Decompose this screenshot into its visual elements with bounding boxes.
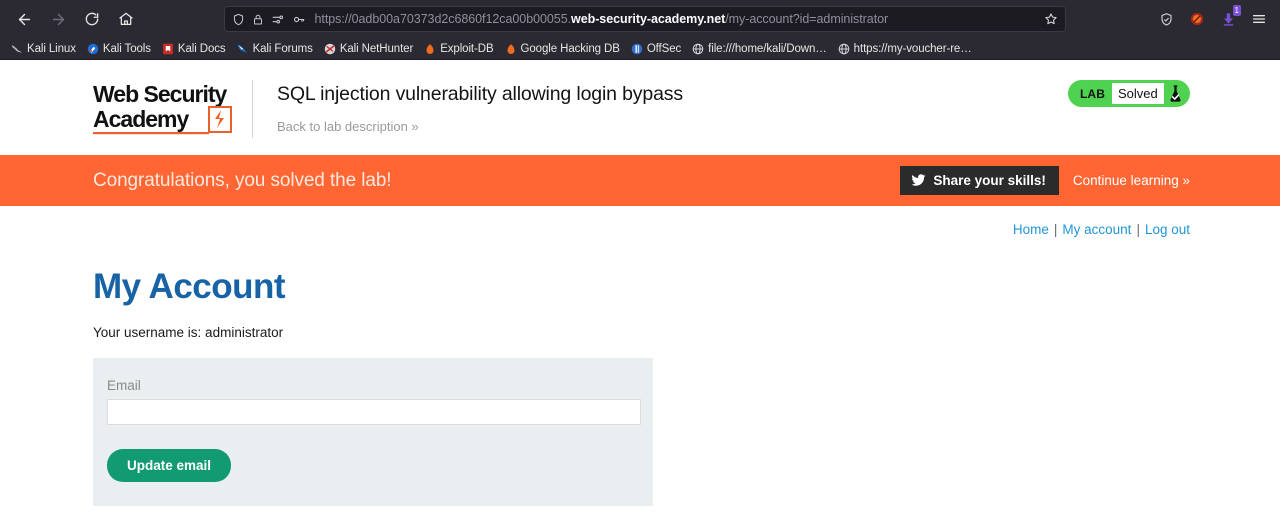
kali-nethunter-icon: [324, 43, 336, 54]
url-scheme: https://: [314, 12, 352, 26]
congratulations-message: Congratulations, you solved the lab!: [93, 169, 392, 191]
key-icon[interactable]: [292, 13, 306, 26]
nav-link-home[interactable]: Home: [1013, 222, 1049, 237]
continue-learning-link[interactable]: Continue learning »: [1073, 173, 1190, 188]
bookmark-star-icon[interactable]: [1044, 12, 1058, 26]
logo-artwork: Web Security Academy: [93, 81, 232, 135]
bookmark-google-hacking-db[interactable]: Google Hacking DB: [500, 41, 625, 57]
google-hacking-db-icon: [507, 43, 515, 54]
my-account-heading: My Account: [93, 267, 286, 306]
update-email-form: Email Update email: [93, 358, 653, 506]
back-link-label: Back to lab description: [277, 119, 408, 134]
nav-link-my-account[interactable]: My account: [1062, 222, 1131, 237]
lab-header: Web Security Academy SQL injection vulne…: [0, 60, 1280, 155]
account-navigation: Home | My account | Log out: [93, 206, 1190, 237]
url-text[interactable]: https://0adb00a70373d2c6860f12ca00b00055…: [313, 12, 1037, 26]
twitter-bird-icon: [911, 174, 926, 186]
browser-chrome: https://0adb00a70373d2c6860f12ca00b00055…: [0, 0, 1280, 60]
home-icon[interactable]: [110, 4, 142, 34]
padlock-icon[interactable]: [252, 13, 264, 26]
reload-icon[interactable]: [76, 4, 108, 34]
bookmark-label: Kali Forums: [252, 42, 313, 55]
browser-extensions-toolbar: 1: [1147, 5, 1272, 32]
bookmark-label: OffSec: [646, 42, 682, 55]
ublock-origin-icon[interactable]: [1184, 6, 1210, 32]
tracker-settings-icon[interactable]: [271, 13, 285, 26]
lab-status-tag: LAB: [1080, 86, 1105, 101]
bookmark-label: Google Hacking DB: [520, 42, 620, 55]
email-label: Email: [107, 378, 141, 393]
bookmark-exploit-db[interactable]: Exploit-DB: [419, 41, 498, 57]
kali-docs-icon: [163, 43, 173, 54]
back-to-lab-description-link[interactable]: Back to lab description »: [277, 119, 419, 134]
urlbar-container: https://0adb00a70373d2c6860f12ca00b00055…: [144, 6, 1145, 32]
lab-status-widget[interactable]: LAB Solved: [1068, 80, 1190, 107]
update-email-button[interactable]: Update email: [107, 449, 232, 482]
download-badge: 1: [1232, 5, 1241, 16]
share-button-label: Share your skills!: [933, 173, 1046, 188]
back-link-chevron: »: [411, 119, 418, 134]
bookmark-kali-docs[interactable]: Kali Docs: [157, 41, 231, 57]
continue-link-chevron: »: [1182, 173, 1190, 188]
offsec-icon: [631, 43, 643, 54]
bookmark-offsec[interactable]: OffSec: [626, 41, 686, 57]
shield-icon[interactable]: [232, 13, 245, 26]
lab-solved-banner: Congratulations, you solved the lab! Sha…: [0, 155, 1280, 206]
kali-forums-icon: [237, 44, 248, 53]
bookmark-local-downloads[interactable]: file:///home/kali/Down…: [687, 41, 832, 57]
bookmark-label: Exploit-DB: [440, 42, 494, 55]
lab-title-block: SQL injection vulnerability allowing log…: [253, 80, 683, 136]
app-menu-icon[interactable]: [1246, 6, 1272, 32]
svg-text:Academy: Academy: [93, 106, 189, 132]
web-security-academy-logo[interactable]: Web Security Academy: [93, 80, 253, 138]
bookmark-my-voucher[interactable]: https://my-voucher-re…: [833, 41, 977, 57]
bookmark-label: Kali NetHunter: [339, 42, 414, 55]
bookmark-kali-tools[interactable]: Kali Tools: [82, 41, 156, 57]
address-bar[interactable]: https://0adb00a70373d2c6860f12ca00b00055…: [223, 6, 1066, 32]
bookmarks-toolbar: Kali Linux Kali Tools Kali Docs Kali For…: [0, 38, 1280, 59]
browser-navigation-toolbar: https://0adb00a70373d2c6860f12ca00b00055…: [0, 0, 1280, 38]
url-host: web-security-academy.net: [571, 12, 726, 26]
privacy-shield-icon[interactable]: [1153, 6, 1179, 32]
bookmark-label: Kali Linux: [27, 42, 76, 55]
globe-icon: [692, 43, 704, 54]
bookmark-label: Kali Tools: [102, 42, 151, 55]
flask-check-icon: [1164, 83, 1187, 104]
kali-dragon-icon: [11, 44, 23, 53]
continue-link-label: Continue learning: [1072, 173, 1179, 188]
bookmark-kali-linux[interactable]: Kali Linux: [6, 41, 81, 57]
bookmark-label: file:///home/kali/Down…: [708, 42, 827, 55]
downloads-icon[interactable]: 1: [1215, 5, 1241, 32]
url-path: /my-account?id=administrator: [725, 12, 889, 26]
lab-status-value: Solved: [1111, 83, 1164, 104]
email-input[interactable]: [107, 399, 641, 425]
back-arrow-icon[interactable]: [8, 4, 40, 34]
exploit-db-icon: [426, 43, 434, 54]
page-title: SQL injection vulnerability allowing log…: [277, 83, 683, 105]
nav-separator: |: [1136, 222, 1140, 237]
forward-arrow-icon[interactable]: [42, 4, 74, 34]
username-text: Your username is: administrator: [93, 325, 284, 340]
page-body: Home | My account | Log out My Account Your …: [0, 206, 1280, 506]
bookmark-label: https://my-voucher-re…: [853, 42, 972, 55]
nav-link-log-out[interactable]: Log out: [1145, 222, 1190, 237]
url-subdomain: 0adb00a70373d2c6860f12ca00b00055.: [351, 12, 572, 26]
bookmark-label: Kali Docs: [177, 42, 226, 55]
share-your-skills-button[interactable]: Share your skills!: [900, 166, 1059, 195]
svg-text:Web Security: Web Security: [93, 81, 227, 107]
globe-icon: [838, 43, 849, 54]
nav-separator: |: [1053, 222, 1058, 237]
bookmark-kali-forums[interactable]: Kali Forums: [232, 41, 318, 57]
bookmark-kali-nethunter[interactable]: Kali NetHunter: [319, 41, 418, 57]
kali-tools-icon: [87, 43, 99, 54]
